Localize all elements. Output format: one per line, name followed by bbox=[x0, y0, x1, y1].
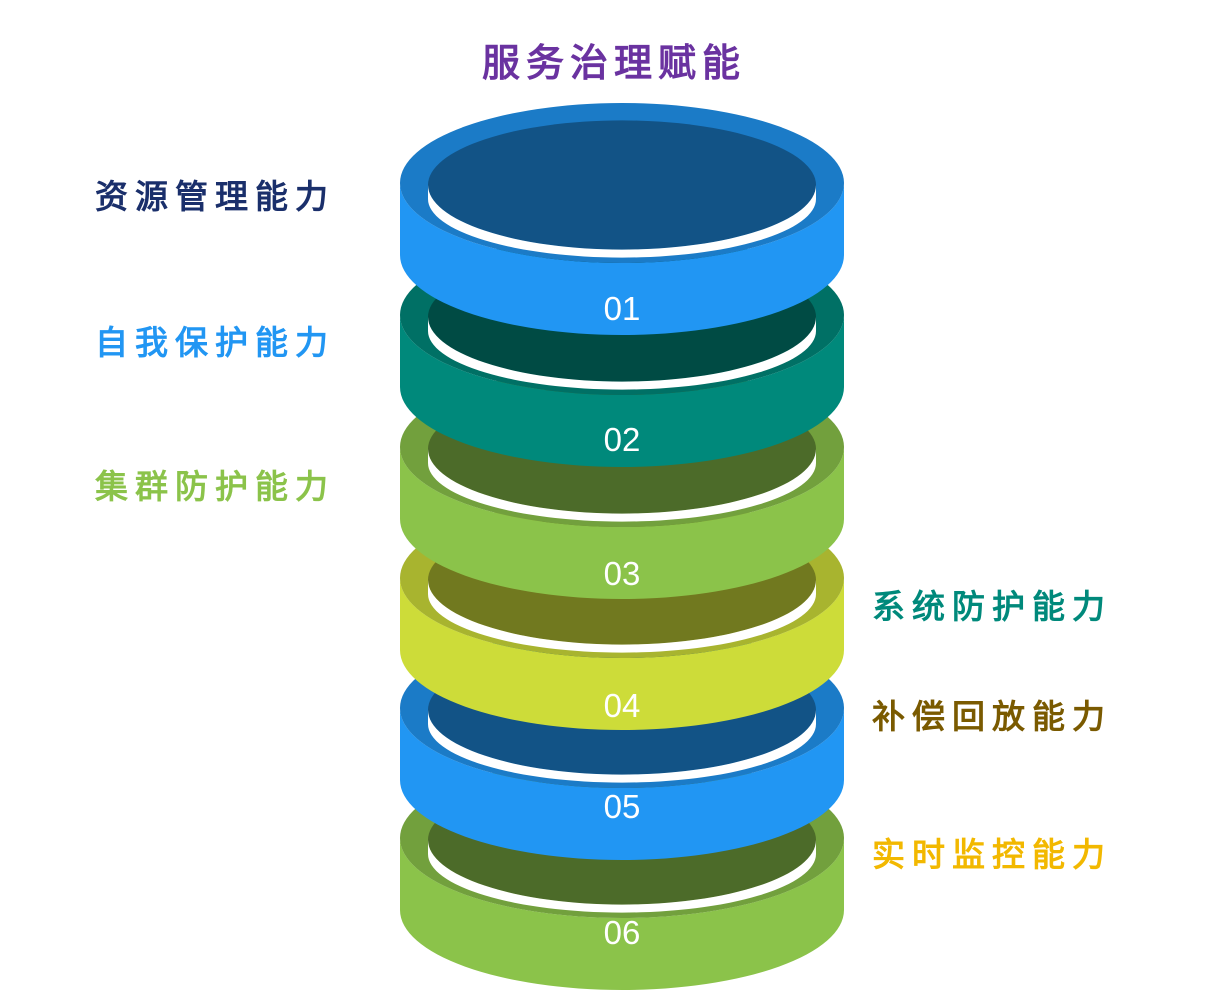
ring-number-03: 03 bbox=[604, 555, 641, 592]
ring-number-06: 06 bbox=[604, 914, 641, 951]
ring-label-6: 实时监控能力 bbox=[872, 835, 1112, 874]
ring-number-05: 05 bbox=[604, 788, 641, 825]
ring-number-01: 01 bbox=[604, 290, 641, 327]
ring-label-1: 资源管理能力 bbox=[95, 177, 335, 216]
ring-label-5: 补偿回放能力 bbox=[872, 697, 1112, 736]
ring-number-04: 04 bbox=[604, 687, 641, 724]
ring-label-3: 集群防护能力 bbox=[95, 467, 335, 506]
ring-number-02: 02 bbox=[604, 421, 641, 458]
ring-01: 01 bbox=[400, 103, 844, 335]
ring-label-4: 系统防护能力 bbox=[872, 587, 1112, 626]
ring-label-2: 自我保护能力 bbox=[95, 323, 335, 362]
